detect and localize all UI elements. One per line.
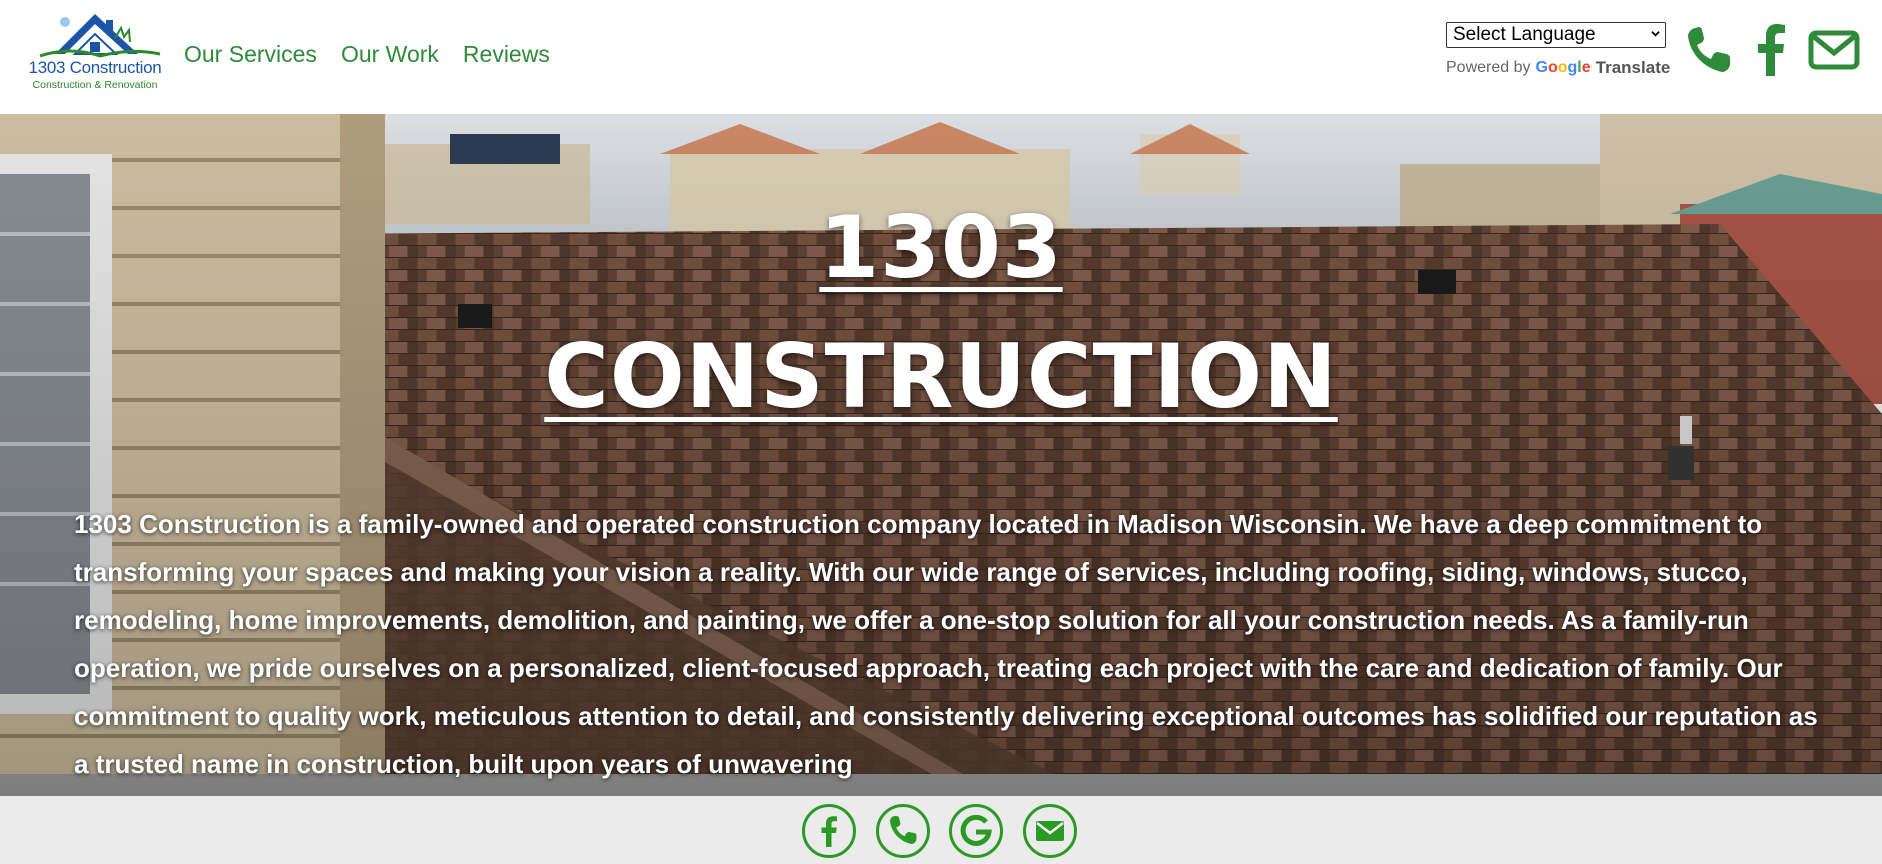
chevron-down-icon — [1651, 31, 1660, 37]
phone-icon[interactable] — [1684, 24, 1734, 76]
site-header: 1303 Construction Construction & Renovat… — [0, 0, 1882, 114]
powered-by-label: Powered by — [1446, 59, 1531, 76]
nav-our-services[interactable]: Our Services — [184, 41, 317, 68]
logo[interactable]: 1303 Construction Construction & Renovat… — [20, 8, 170, 94]
facebook-icon[interactable] — [801, 803, 857, 859]
hero-description: 1303 Construction is a family-owned and … — [74, 509, 1818, 779]
mail-icon[interactable] — [1022, 803, 1078, 859]
logo-name: 1303 Construction — [28, 58, 162, 77]
logo-tagline: Construction & Renovation — [32, 79, 158, 91]
hero-title-line2: CONSTRUCTION — [544, 325, 1338, 428]
facebook-icon[interactable] — [1755, 24, 1787, 76]
google-translate-attribution: Powered by Google Translate — [1446, 58, 1670, 78]
hero-title-line1: 1303 — [819, 198, 1063, 298]
nav-reviews[interactable]: Reviews — [463, 41, 550, 68]
translate-label[interactable]: Translate — [1596, 58, 1671, 78]
house-logo-icon — [39, 14, 161, 58]
hero-section: 1303 CONSTRUCTION 1303 Construction is a… — [0, 114, 1882, 796]
language-select[interactable]: Select Language — [1446, 22, 1666, 48]
main-nav: Our Services Our Work Reviews — [184, 41, 550, 68]
google-icon[interactable] — [948, 803, 1004, 859]
phone-icon[interactable] — [875, 803, 931, 859]
language-select-value: Select Language — [1453, 24, 1596, 45]
google-wordmark[interactable]: Google — [1536, 59, 1591, 77]
social-footer-bar — [0, 796, 1882, 864]
nav-our-work[interactable]: Our Work — [341, 41, 439, 68]
mail-icon[interactable] — [1808, 30, 1860, 70]
